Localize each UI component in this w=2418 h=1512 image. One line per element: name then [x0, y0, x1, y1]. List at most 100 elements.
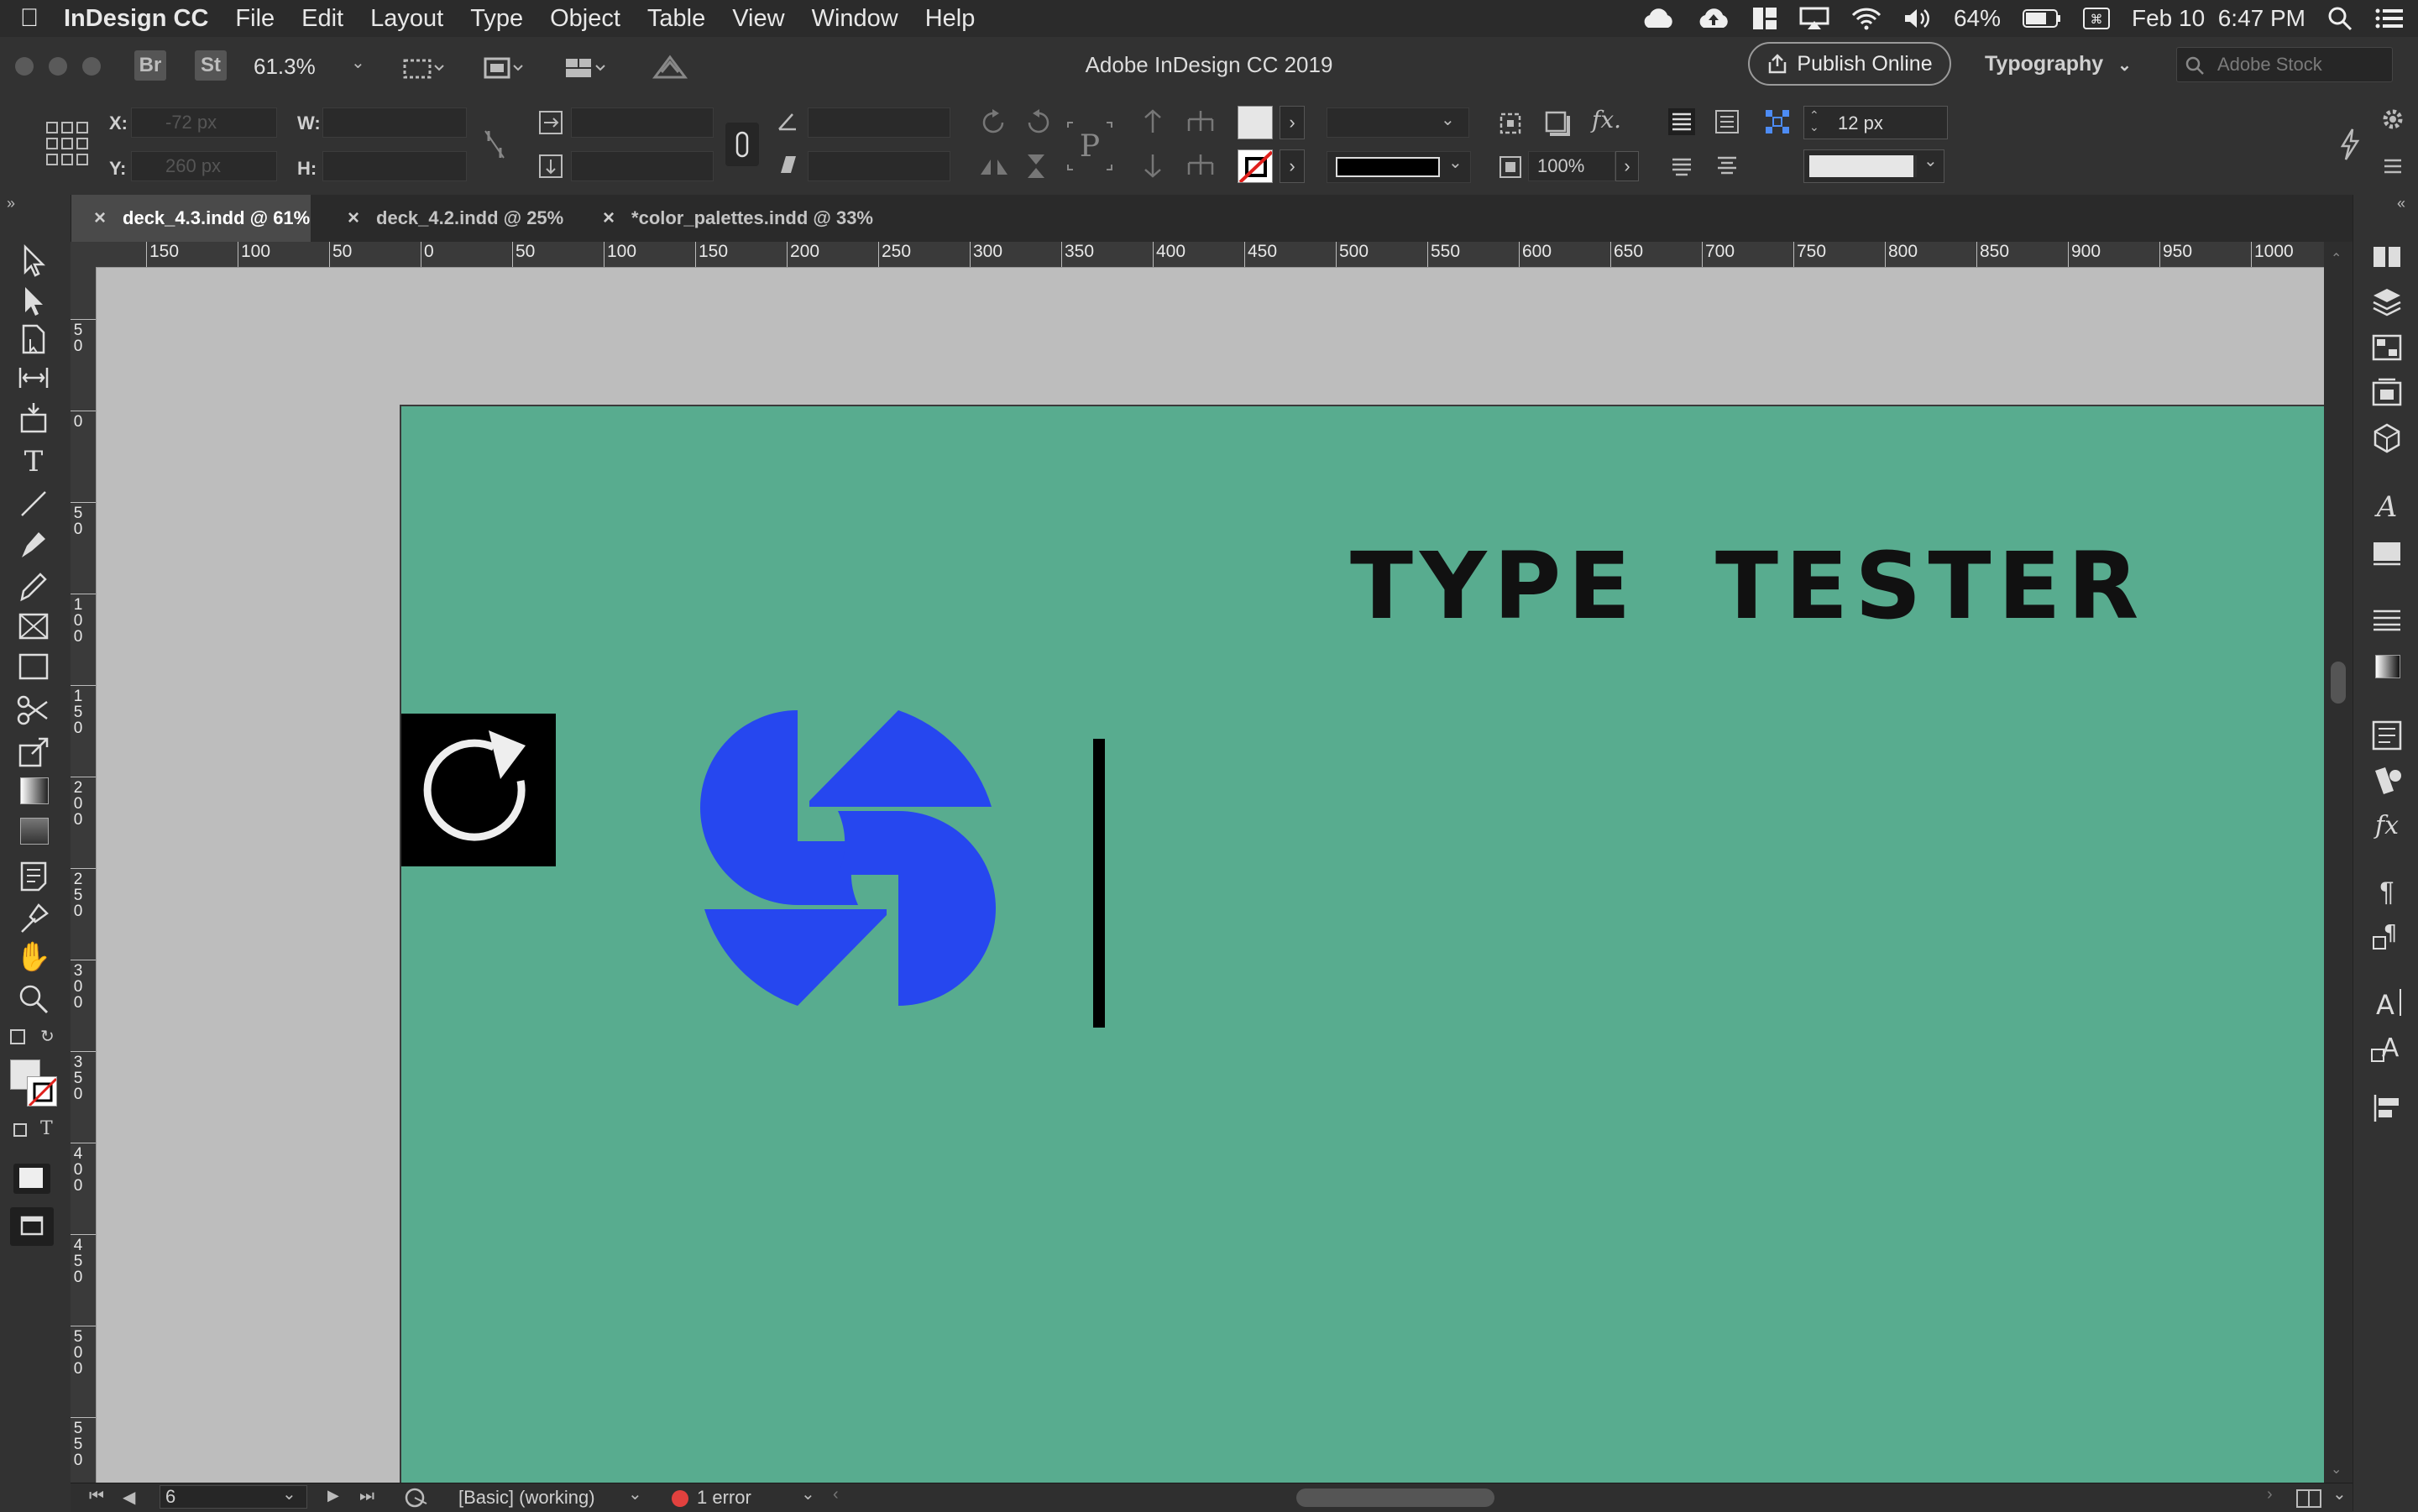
- scale-x-icon[interactable]: [537, 109, 564, 136]
- align-justify-icon[interactable]: [1713, 151, 1741, 180]
- select-next-icon[interactable]: [1184, 151, 1217, 180]
- error-count[interactable]: 1 error: [697, 1487, 751, 1509]
- collapse-panel-icon[interactable]: »: [7, 195, 15, 212]
- note-tool-icon[interactable]: [15, 858, 52, 895]
- fill-swatch-chevron-icon[interactable]: ›: [1280, 106, 1305, 139]
- chain-link-button[interactable]: [725, 123, 759, 166]
- gradient-panel-icon[interactable]: [2368, 648, 2405, 685]
- character-styles-panel-icon[interactable]: A: [2368, 489, 2405, 526]
- close-icon[interactable]: ×: [94, 207, 106, 230]
- stroke-swatch[interactable]: [1238, 149, 1273, 183]
- layers-panel-icon[interactable]: [2368, 284, 2405, 321]
- page-tool-icon[interactable]: [15, 321, 52, 358]
- align-middle-icon[interactable]: [1713, 107, 1741, 136]
- stroke-color-swatch[interactable]: [27, 1076, 57, 1107]
- spinner-down-icon[interactable]: ⌄: [1809, 120, 1819, 134]
- swatches-panel-icon[interactable]: [2368, 762, 2405, 799]
- align-top-icon[interactable]: [1667, 107, 1696, 136]
- gear-icon[interactable]: [2381, 107, 2405, 131]
- ruler-origin[interactable]: [71, 242, 96, 267]
- auto-fit-icon[interactable]: [1763, 107, 1792, 136]
- effects-panel-icon[interactable]: fx: [2368, 808, 2405, 845]
- status-menu-icon[interactable]: ⌄: [2332, 1483, 2347, 1504]
- y-position-field[interactable]: 260 px: [131, 151, 277, 181]
- gradient-swatch-tool-icon[interactable]: [15, 772, 52, 809]
- swap-fill-stroke-icon[interactable]: ↻: [40, 1026, 55, 1047]
- pen-tool-icon[interactable]: [15, 526, 52, 562]
- rotate-counterclockwise-icon[interactable]: [1021, 107, 1055, 138]
- path-type-icon[interactable]: P: [1066, 121, 1113, 171]
- eyedropper-tool-icon[interactable]: [15, 900, 52, 937]
- paragraph-styles-alt-icon[interactable]: ¶: [2368, 917, 2405, 954]
- effects-fx-icon[interactable]: fx.: [1592, 106, 1621, 133]
- stock-search-input[interactable]: Adobe Stock: [2176, 47, 2393, 82]
- previous-page-icon[interactable]: ◀: [123, 1487, 135, 1508]
- links-panel-icon[interactable]: [2368, 329, 2405, 366]
- close-icon[interactable]: ×: [348, 207, 359, 230]
- stroke-weight-spinner[interactable]: ⌃ ⌄ 12 px: [1803, 106, 1948, 139]
- stroke-swatch-chevron-icon[interactable]: ›: [1280, 149, 1305, 183]
- shear-angle-field[interactable]: [808, 151, 950, 181]
- screen-mode-button[interactable]: [10, 1207, 54, 1246]
- menu-object[interactable]: Object: [536, 5, 634, 33]
- free-transform-tool-icon[interactable]: [15, 734, 52, 771]
- errors-dropdown-icon[interactable]: ⌄: [801, 1483, 815, 1504]
- cloud-upload-icon[interactable]: [1697, 8, 1730, 29]
- airplay-icon[interactable]: [1799, 7, 1829, 30]
- close-icon[interactable]: ×: [603, 207, 615, 230]
- rotation-angle-field[interactable]: [808, 107, 950, 138]
- hand-tool-icon[interactable]: ✋: [15, 939, 52, 976]
- apply-color-button[interactable]: [13, 1164, 50, 1194]
- drop-shadow-icon[interactable]: [1543, 109, 1572, 138]
- select-previous-icon[interactable]: [1184, 107, 1217, 136]
- fill-swatch[interactable]: [1238, 106, 1273, 139]
- gradient-feather-tool-icon[interactable]: [15, 813, 52, 850]
- search-icon[interactable]: [2327, 6, 2353, 31]
- stroke-type-dropdown[interactable]: ⌄: [1327, 151, 1471, 183]
- type-tool-icon[interactable]: T: [15, 443, 52, 480]
- menu-help[interactable]: Help: [912, 5, 989, 33]
- formatting-container-icon[interactable]: [13, 1123, 27, 1137]
- gap-tool-icon[interactable]: [15, 359, 52, 396]
- keyboard-shortcut-icon[interactable]: ⌘: [2082, 7, 2110, 30]
- panel-menu-icon[interactable]: [2381, 154, 2405, 178]
- volume-icon[interactable]: [1903, 7, 1932, 30]
- default-fill-stroke-icon[interactable]: [10, 1029, 25, 1044]
- pages-panel-icon[interactable]: [2368, 238, 2405, 275]
- frame-fitting-icon[interactable]: [1496, 109, 1525, 138]
- align-bottom-icon[interactable]: [1667, 151, 1696, 180]
- pencil-tool-icon[interactable]: [15, 568, 52, 604]
- scale-x-field[interactable]: [571, 107, 714, 138]
- content-collector-icon[interactable]: [15, 400, 52, 437]
- scroll-up-icon[interactable]: ⌃: [2331, 250, 2342, 267]
- menu-app-name[interactable]: InDesign CC: [59, 5, 222, 33]
- scroll-left-icon[interactable]: ‹: [833, 1485, 839, 1504]
- brand-s-logo[interactable]: [700, 710, 996, 1006]
- scale-y-field[interactable]: [571, 151, 714, 181]
- horizontal-scroll-thumb[interactable]: [1296, 1488, 1494, 1507]
- paragraph-panel-icon[interactable]: ¶: [2368, 873, 2405, 910]
- datetime[interactable]: Feb 10 6:47 PM: [2132, 5, 2305, 32]
- shear-angle-icon[interactable]: [776, 153, 799, 176]
- menu-view[interactable]: View: [719, 5, 798, 33]
- align-panel-icon[interactable]: [2368, 1090, 2405, 1127]
- character-panel-icon[interactable]: A: [2368, 984, 2405, 1021]
- cc-assets-panel-icon[interactable]: [2368, 420, 2405, 457]
- rotate-angle-icon[interactable]: [776, 109, 799, 133]
- type-tester-heading[interactable]: TYPE TESTER: [1350, 532, 2145, 640]
- reference-point-icon[interactable]: [45, 121, 89, 166]
- rotate-icon-frame[interactable]: [401, 714, 556, 866]
- opacity-field[interactable]: 100%: [1528, 151, 1615, 181]
- stroke-panel-icon[interactable]: [2368, 601, 2405, 638]
- paragraph-styles-panel-icon[interactable]: [2368, 534, 2405, 571]
- menu-edit[interactable]: Edit: [288, 5, 357, 33]
- menu-layout[interactable]: Layout: [357, 5, 457, 33]
- stroke-weight-chevron-icon[interactable]: ⌄: [1441, 109, 1455, 130]
- opacity-chevron-icon[interactable]: ›: [1615, 151, 1639, 181]
- formatting-text-icon[interactable]: T: [40, 1118, 53, 1139]
- first-page-icon[interactable]: ⏮: [89, 1487, 104, 1506]
- menu-type[interactable]: Type: [457, 5, 536, 33]
- flip-vertical-icon[interactable]: [1021, 151, 1055, 181]
- rectangle-frame-tool-icon[interactable]: [15, 608, 52, 645]
- width-field[interactable]: [322, 107, 467, 138]
